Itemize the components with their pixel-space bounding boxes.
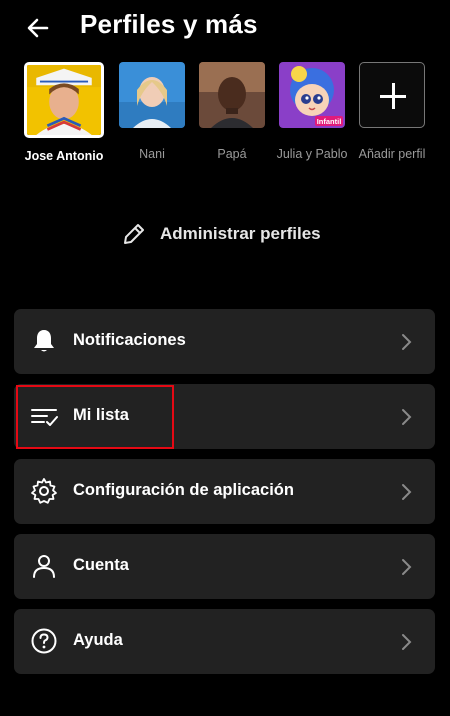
- chevron-right-icon: [402, 559, 412, 575]
- pencil-icon: [124, 224, 144, 244]
- page-title: Perfiles y más: [80, 9, 258, 39]
- add-profile-label: Añadir perfil: [358, 147, 426, 161]
- bell-icon: [34, 330, 54, 352]
- infantil-badge: Infantil: [317, 117, 342, 126]
- avatar: Infantil: [279, 62, 345, 128]
- list-check-icon: [31, 409, 58, 426]
- profile-name: Nani: [139, 147, 165, 161]
- profile-julia-y-pablo[interactable]: Infantil Julia y Pablo: [272, 62, 352, 162]
- menu-item-cuenta[interactable]: Cuenta: [14, 534, 435, 599]
- add-profile-button[interactable]: Añadir perfil: [352, 62, 432, 162]
- menu-item-ayuda[interactable]: Ayuda: [14, 609, 435, 674]
- profile-name: Jose Antonio: [24, 149, 104, 163]
- avatar: [24, 62, 104, 138]
- profiles-row: Jose Antonio Nani Papá Infantil Julia y …: [0, 62, 450, 192]
- chevron-right-icon: [402, 634, 412, 650]
- help-circle-icon: [31, 628, 57, 654]
- menu-item-mi-lista[interactable]: Mi lista: [14, 384, 435, 449]
- menu-item-label: Cuenta: [73, 556, 129, 574]
- chevron-right-icon: [402, 484, 412, 500]
- avatar: [199, 62, 265, 128]
- profile-nani[interactable]: Nani: [112, 62, 192, 162]
- manage-profiles-button[interactable]: Administrar perfiles: [0, 218, 450, 250]
- menu-item-label: Ayuda: [73, 631, 123, 649]
- profile-name: Julia y Pablo: [276, 147, 348, 161]
- header: Perfiles y más: [0, 0, 450, 56]
- menu-item-configuracion[interactable]: Configuración de aplicación: [14, 459, 435, 524]
- profile-papa[interactable]: Papá: [192, 62, 272, 162]
- manage-profiles-label: Administrar perfiles: [160, 224, 321, 243]
- avatar: [119, 62, 185, 128]
- plus-icon: [359, 62, 425, 128]
- menu-item-label: Mi lista: [73, 406, 129, 424]
- chevron-right-icon: [402, 409, 412, 425]
- profile-name: Papá: [217, 147, 247, 161]
- gear-icon: [31, 478, 57, 504]
- arrow-left-icon[interactable]: [22, 12, 54, 44]
- profile-jose-antonio[interactable]: Jose Antonio: [24, 62, 104, 164]
- user-icon: [33, 555, 55, 578]
- chevron-right-icon: [402, 334, 412, 350]
- profile-avatar-image: [27, 65, 101, 135]
- menu-item-notificaciones[interactable]: Notificaciones: [14, 309, 435, 374]
- menu-item-label: Notificaciones: [73, 331, 186, 349]
- profile-avatar-image: Infantil: [279, 62, 345, 128]
- profile-avatar-image: [199, 62, 265, 128]
- profile-avatar-image: [119, 62, 185, 128]
- profiles-screen: Perfiles y más Jose Antonio Nani Papá In…: [0, 0, 450, 716]
- menu-item-label: Configuración de aplicación: [73, 481, 294, 499]
